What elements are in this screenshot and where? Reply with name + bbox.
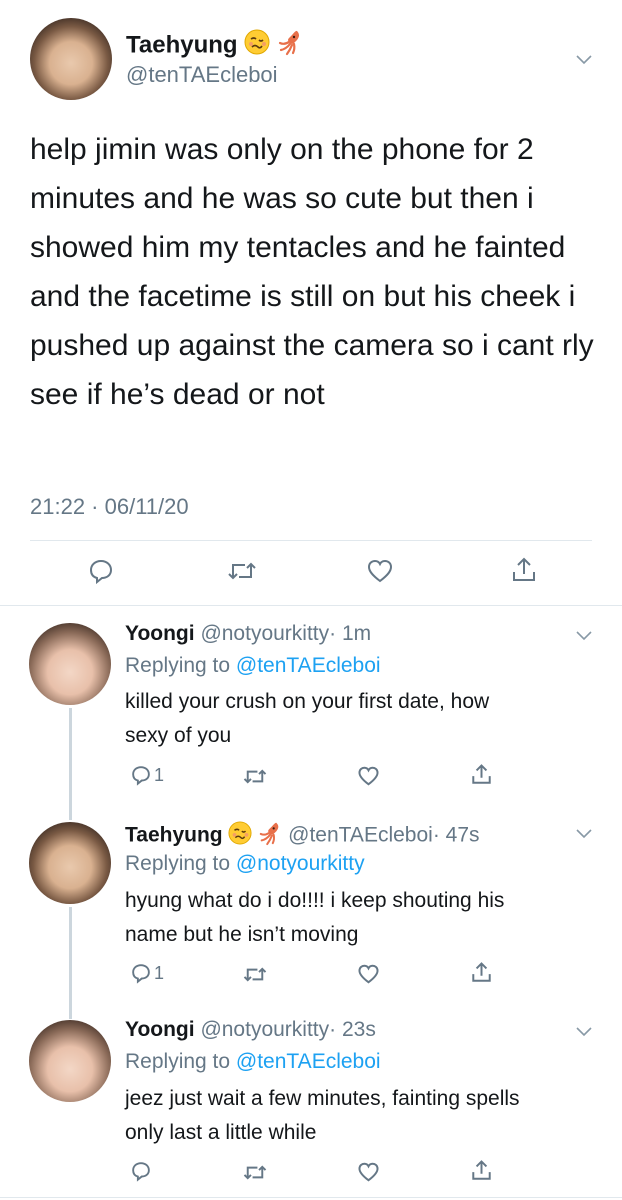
like-icon xyxy=(367,559,393,583)
author-handle[interactable]: @notyourkitty xyxy=(200,1018,329,1041)
tweet-timestamp[interactable]: 21:22 · 06/11/20 xyxy=(30,494,189,520)
reply-author-line: Yoongi @notyourkitty· 1m xyxy=(125,622,371,646)
retweet-icon xyxy=(243,1165,267,1180)
reply-text-line: killed your crush on your first date, ho… xyxy=(125,690,490,713)
like-icon xyxy=(358,1162,379,1182)
reply-text-line: name but he isn’t moving xyxy=(125,923,359,946)
reply-icon xyxy=(132,1162,150,1182)
chevron-down-icon[interactable] xyxy=(575,630,593,642)
share-button[interactable] xyxy=(510,556,538,584)
share-button[interactable] xyxy=(470,763,493,786)
author-handle[interactable]: @notyourkitty xyxy=(200,622,329,645)
thread-line xyxy=(69,708,72,820)
retweet-icon xyxy=(243,769,267,784)
replying-to: Replying to @notyourkitty xyxy=(125,852,365,875)
share-button[interactable] xyxy=(470,961,493,984)
retweet-button[interactable] xyxy=(242,1162,268,1183)
chevron-down-icon[interactable] xyxy=(575,54,593,66)
squid-emoji xyxy=(277,28,303,64)
like-button[interactable] xyxy=(357,963,380,985)
retweet-button[interactable] xyxy=(242,766,268,787)
replying-to: Replying to @tenTAEcleboi xyxy=(125,654,381,677)
squid-emoji xyxy=(258,820,282,852)
like-button[interactable] xyxy=(357,765,380,787)
reply-button[interactable] xyxy=(87,557,115,585)
replying-to-link[interactable]: @notyourkitty xyxy=(236,852,365,875)
retweet-icon xyxy=(228,562,256,580)
share-button[interactable] xyxy=(470,1159,493,1182)
reply-button[interactable]: 1 xyxy=(130,764,164,786)
reply-text-line: hyung what do i do!!!! i keep shouting h… xyxy=(125,889,505,912)
reply-author-line: Taehyung @tenTAEcleboi· 47s xyxy=(125,820,480,852)
like-icon xyxy=(358,964,379,984)
display-name[interactable]: Taehyung xyxy=(125,824,223,847)
reply-text-line: only last a little while xyxy=(125,1121,317,1144)
chevron-down-icon[interactable] xyxy=(575,1026,593,1038)
avatar[interactable] xyxy=(29,623,111,705)
share-icon xyxy=(513,557,535,581)
like-button[interactable] xyxy=(366,558,394,584)
tweet-text: help jimin was only on the phone for 2 m… xyxy=(30,133,594,411)
author-handle[interactable]: @tenTAEcleboi xyxy=(126,62,278,88)
woozy-face-emoji xyxy=(228,821,253,851)
retweet-button[interactable] xyxy=(226,558,258,584)
avatar[interactable] xyxy=(29,1020,111,1102)
author-line: Taehyung xyxy=(126,28,303,64)
reply-icon xyxy=(132,766,150,786)
display-name[interactable]: Yoongi xyxy=(125,1018,195,1041)
like-button[interactable] xyxy=(357,1161,380,1183)
share-icon xyxy=(472,962,491,982)
divider xyxy=(30,540,592,541)
like-icon xyxy=(358,766,379,786)
replying-to: Replying to @tenTAEcleboi xyxy=(125,1050,381,1073)
avatar[interactable] xyxy=(29,822,111,904)
share-icon xyxy=(472,764,491,784)
display-name[interactable]: Taehyung xyxy=(126,31,238,58)
divider xyxy=(0,605,622,606)
reply-icon xyxy=(89,559,113,585)
replying-to-link[interactable]: @tenTAEcleboi xyxy=(236,654,381,677)
reply-button[interactable] xyxy=(130,1160,152,1182)
reply-author-line: Yoongi @notyourkitty· 23s xyxy=(125,1018,376,1042)
reply-time[interactable]: · 1m xyxy=(329,622,371,645)
replying-to-link[interactable]: @tenTAEcleboi xyxy=(236,1050,381,1073)
reply-text-line: jeez just wait a few minutes, fainting s… xyxy=(125,1087,520,1110)
reply-icon xyxy=(132,964,150,984)
share-icon xyxy=(472,1160,491,1180)
retweet-icon xyxy=(243,967,267,982)
reply-text-line: sexy of you xyxy=(125,724,232,747)
divider xyxy=(0,1197,622,1198)
reply-time[interactable]: · 23s xyxy=(329,1018,376,1041)
woozy-face-emoji xyxy=(244,29,270,63)
reply-button[interactable]: 1 xyxy=(130,962,164,984)
reply-time[interactable]: · 47s xyxy=(433,824,480,847)
reply-count: 1 xyxy=(154,764,165,785)
chevron-down-icon[interactable] xyxy=(575,828,593,840)
reply-count: 1 xyxy=(154,962,165,983)
display-name[interactable]: Yoongi xyxy=(125,622,195,645)
thread-line xyxy=(69,907,72,1019)
retweet-button[interactable] xyxy=(242,964,268,985)
author-handle[interactable]: @tenTAEcleboi xyxy=(288,824,433,847)
avatar[interactable] xyxy=(30,18,112,100)
